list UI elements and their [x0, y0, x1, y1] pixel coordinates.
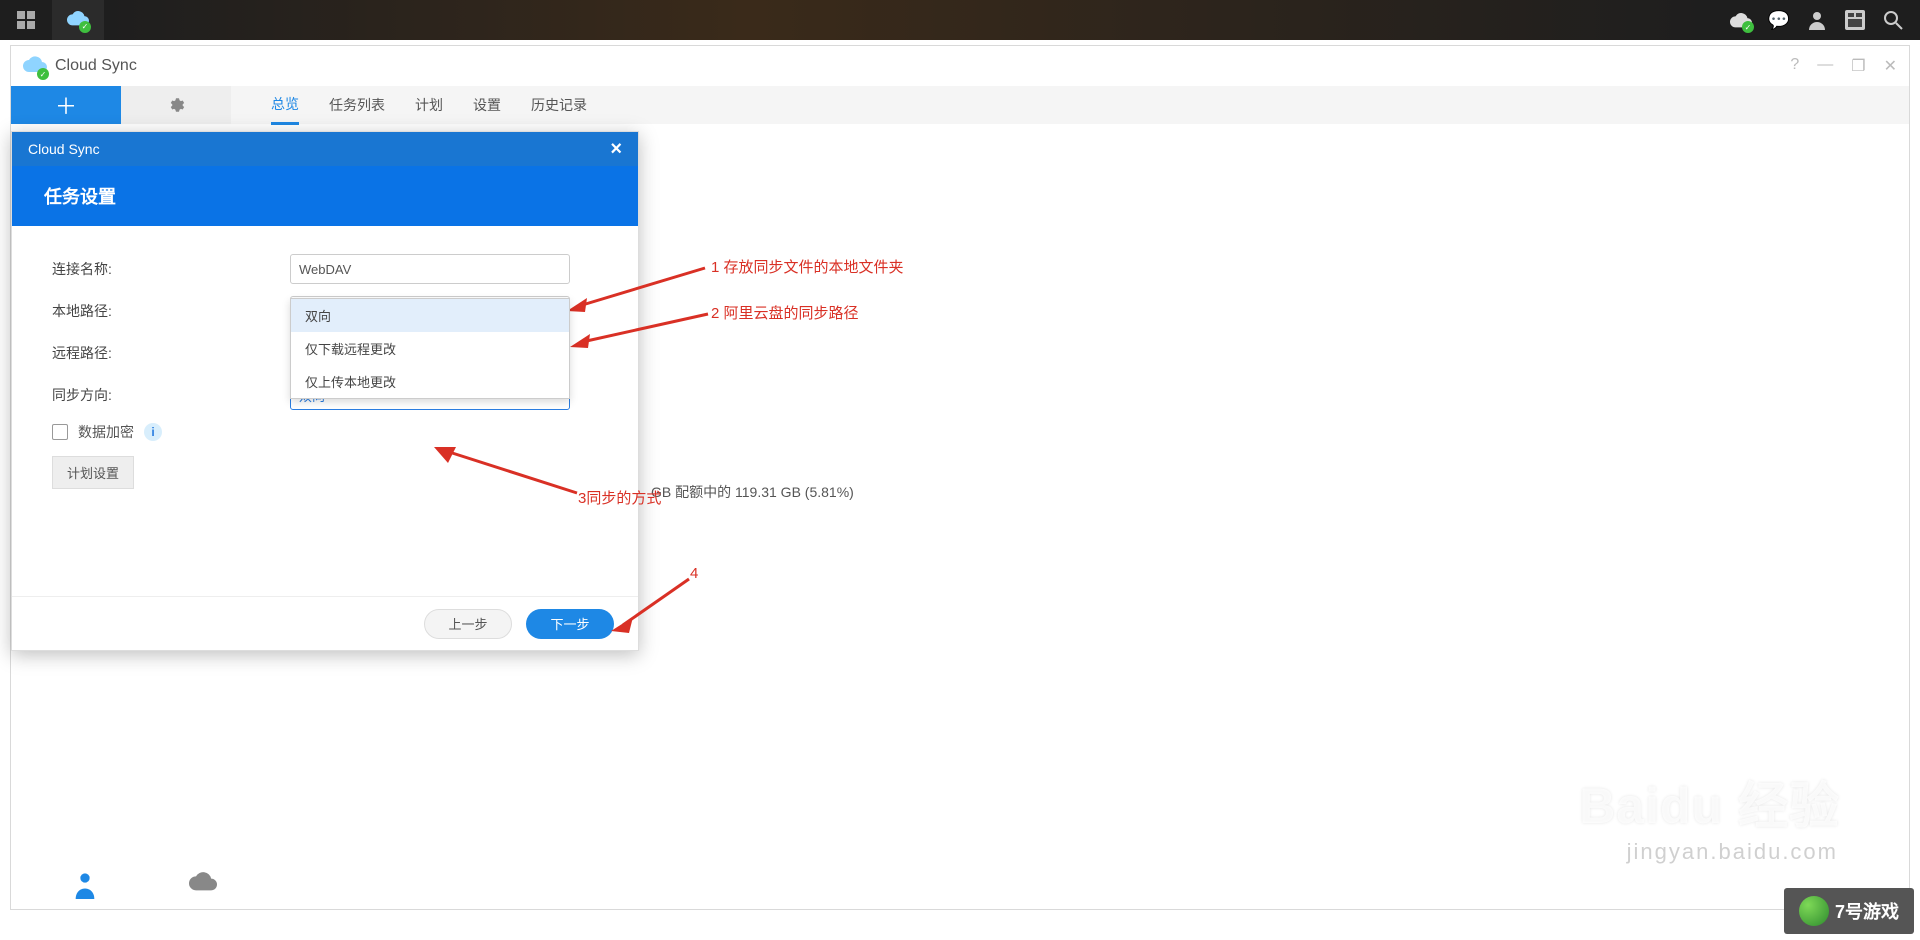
- tab-history[interactable]: 历史记录: [531, 87, 587, 123]
- encrypt-row: 数据加密 i: [52, 422, 606, 442]
- input-connection-name[interactable]: WebDAV: [290, 254, 570, 284]
- window-titlebar: ✓ Cloud Sync ? — ❐ ✕: [11, 46, 1909, 86]
- settings-button[interactable]: [121, 86, 231, 124]
- grid-icon: [17, 11, 35, 29]
- bottom-left-icons: [21, 871, 217, 899]
- cloud-sync-taskbar-button[interactable]: ✓: [52, 0, 104, 40]
- baidu-sub-watermark: jingyan.baidu.com: [1627, 839, 1838, 865]
- modal-footer: 上一步 下一步: [12, 596, 638, 650]
- sync-direction-dropdown: 双向 仅下载远程更改 仅上传本地更改: [290, 298, 570, 399]
- chat-icon[interactable]: 💬: [1768, 9, 1790, 31]
- search-icon[interactable]: [1882, 9, 1904, 31]
- checkbox-encrypt[interactable]: [52, 424, 68, 440]
- label-remote-path: 远程路径:: [52, 343, 290, 363]
- apps-grid-button[interactable]: [0, 0, 52, 40]
- window-controls: ? — ❐ ✕: [1790, 56, 1897, 76]
- taskbar-spacer: [104, 0, 1714, 40]
- modal-header: 任务设置: [12, 166, 638, 226]
- tab-schedule[interactable]: 计划: [415, 87, 443, 123]
- connection-person-icon[interactable]: [71, 871, 99, 899]
- dropdown-option-upload-only[interactable]: 仅上传本地更改: [291, 365, 569, 398]
- add-button[interactable]: ＋: [11, 86, 121, 124]
- app-logo: ✓: [23, 54, 47, 78]
- cloud-status-icon[interactable]: ✓: [1730, 9, 1752, 31]
- arrow-2: [568, 310, 713, 350]
- task-settings-modal: Cloud Sync × 任务设置 连接名称: WebDAV 本地路径: /__…: [11, 131, 639, 651]
- arrow-4: [609, 575, 694, 635]
- baidu-watermark: Baidu 经验: [1529, 766, 1840, 838]
- dashboard-icon[interactable]: [1844, 9, 1866, 31]
- help-icon[interactable]: ?: [1790, 56, 1799, 76]
- close-icon[interactable]: ✕: [1884, 56, 1897, 76]
- info-icon[interactable]: i: [144, 423, 162, 441]
- maximize-icon[interactable]: ❐: [1851, 56, 1865, 76]
- corner-badge: 7号游戏: [1784, 888, 1914, 934]
- modal-body: 连接名称: WebDAV 本地路径: /______ aliyun 远程路径: …: [12, 226, 638, 596]
- arrow-1: [565, 264, 710, 314]
- dropdown-option-bidirectional[interactable]: 双向: [291, 299, 569, 332]
- taskbar-left: ✓: [0, 0, 104, 40]
- annotation-1: 1 存放同步文件的本地文件夹: [711, 256, 904, 277]
- modal-title: 任务设置: [44, 183, 116, 209]
- tab-bar: 总览 任务列表 计划 设置 历史记录: [271, 86, 587, 124]
- taskbar-right: ✓ 💬: [1714, 9, 1920, 31]
- annotation-2: 2 阿里云盘的同步路径: [711, 302, 859, 323]
- label-local-path: 本地路径:: [52, 301, 290, 321]
- connection-cloud-icon[interactable]: [189, 871, 217, 899]
- modal-close-icon[interactable]: ×: [610, 138, 622, 161]
- minimize-icon[interactable]: —: [1817, 56, 1833, 76]
- next-button[interactable]: 下一步: [526, 609, 614, 639]
- user-icon[interactable]: [1806, 9, 1828, 31]
- modal-appname: Cloud Sync: [28, 141, 100, 157]
- prev-button[interactable]: 上一步: [424, 609, 512, 639]
- globe-icon: [1799, 896, 1829, 926]
- annotation-3: 3同步的方式: [578, 487, 661, 508]
- cloud-sync-icon: ✓: [67, 10, 89, 31]
- schedule-settings-button[interactable]: 计划设置: [52, 456, 134, 489]
- status-ok-badge: ✓: [79, 21, 91, 33]
- label-sync-direction: 同步方向:: [52, 385, 290, 405]
- window-title: Cloud Sync: [55, 57, 137, 75]
- tab-overview[interactable]: 总览: [271, 86, 299, 125]
- modal-titlebar: Cloud Sync ×: [12, 132, 638, 166]
- taskbar: ✓ ✓ 💬: [0, 0, 1920, 40]
- label-encrypt: 数据加密: [78, 422, 134, 442]
- label-connection-name: 连接名称:: [52, 259, 290, 279]
- quota-text: GB 配额中的 119.31 GB (5.81%): [651, 482, 854, 502]
- tab-tasklist[interactable]: 任务列表: [329, 87, 385, 123]
- tab-settings[interactable]: 设置: [473, 87, 501, 123]
- dropdown-option-download-only[interactable]: 仅下载远程更改: [291, 332, 569, 365]
- arrow-3: [432, 443, 582, 498]
- toolbar: ＋ 总览 任务列表 计划 设置 历史记录: [11, 86, 1909, 124]
